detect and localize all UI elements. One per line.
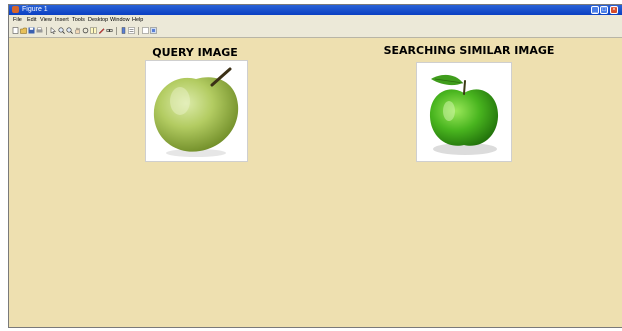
save-icon[interactable] xyxy=(28,27,35,34)
menu-tools[interactable]: Tools xyxy=(72,15,85,25)
query-image-caption: QUERY IMAGE xyxy=(152,46,238,59)
close-button[interactable]: × xyxy=(610,6,618,14)
toolbar-separator xyxy=(116,27,117,35)
similar-image xyxy=(416,62,512,162)
pan-icon[interactable] xyxy=(74,27,81,34)
menu-file[interactable]: File xyxy=(13,15,22,25)
rotate-icon[interactable] xyxy=(82,27,89,34)
maximize-button[interactable]: □ xyxy=(600,6,608,14)
link-icon[interactable] xyxy=(106,27,113,34)
menu-edit[interactable]: Edit xyxy=(27,15,36,25)
show-plot-icon[interactable] xyxy=(150,27,157,34)
yellow-apple-image xyxy=(153,67,239,157)
similar-image-caption: SEARCHING SIMILAR IMAGE xyxy=(383,44,555,57)
hide-plot-icon[interactable] xyxy=(142,27,149,34)
pointer-icon[interactable] xyxy=(50,27,57,34)
datacursor-icon[interactable] xyxy=(90,27,97,34)
title-bar[interactable]: Figure 1 _ □ × xyxy=(9,5,622,15)
matlab-app-icon xyxy=(12,6,19,13)
open-icon[interactable] xyxy=(20,27,27,34)
print-icon[interactable] xyxy=(36,27,43,34)
menu-insert[interactable]: Insert xyxy=(55,15,69,25)
minimize-button[interactable]: _ xyxy=(591,6,599,14)
menu-desktop[interactable]: Desktop xyxy=(88,15,108,25)
toolbar-separator xyxy=(138,27,139,35)
green-apple-image xyxy=(429,74,499,155)
window-title: Figure 1 xyxy=(22,6,48,13)
toolbar xyxy=(9,25,622,38)
menu-help[interactable]: Help xyxy=(132,15,143,25)
menu-window[interactable]: Window xyxy=(110,15,130,25)
menu-bar: File Edit View Insert Tools Desktop Wind… xyxy=(9,15,622,25)
zoom-out-icon[interactable] xyxy=(66,27,73,34)
toolbar-separator xyxy=(46,27,47,35)
brush-icon[interactable] xyxy=(98,27,105,34)
zoom-in-icon[interactable] xyxy=(58,27,65,34)
figure-window: Figure 1 _ □ × File Edit View Insert Too… xyxy=(8,4,622,328)
figure-canvas: QUERY IMAGE SEARCHING SIMILAR IMAGE xyxy=(9,38,622,327)
legend-icon[interactable] xyxy=(128,27,135,34)
colorbar-icon[interactable] xyxy=(120,27,127,34)
new-icon[interactable] xyxy=(12,27,19,34)
query-image xyxy=(145,60,248,162)
menu-view[interactable]: View xyxy=(40,15,52,25)
